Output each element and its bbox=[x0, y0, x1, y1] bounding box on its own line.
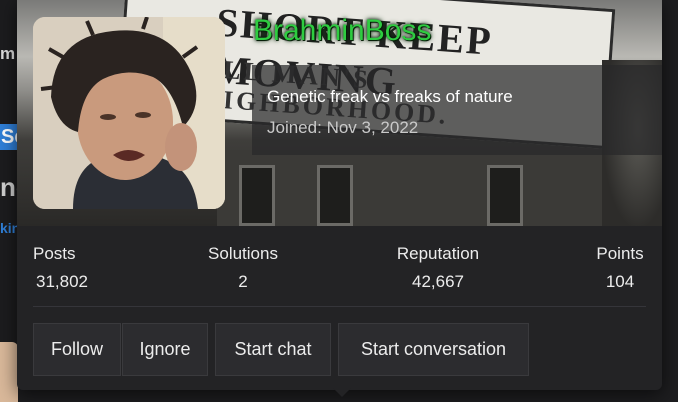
banner-window bbox=[317, 165, 353, 226]
avatar-image bbox=[33, 17, 225, 209]
member-hovercard: SHORT KEEP MOVING TALL MAN'S NEIGHBORHOO… bbox=[17, 0, 662, 390]
username[interactable]: BrahminBoss bbox=[253, 14, 431, 48]
ignore-button[interactable]: Ignore bbox=[122, 323, 208, 376]
stat-label: Posts bbox=[33, 244, 76, 263]
user-title-panel bbox=[252, 65, 662, 155]
banner-building bbox=[217, 150, 662, 226]
joined-date: Nov 3, 2022 bbox=[326, 118, 419, 137]
stat-reputation: Reputation 42,667 bbox=[383, 244, 493, 292]
banner-window bbox=[239, 165, 275, 226]
stat-value[interactable]: 2 bbox=[193, 272, 293, 292]
user-title: Genetic freak vs freaks of nature bbox=[267, 87, 513, 106]
follow-button[interactable]: Follow bbox=[33, 323, 121, 376]
joined-info: Joined: Nov 3, 2022 bbox=[267, 118, 418, 138]
stat-label: Reputation bbox=[396, 244, 480, 263]
stat-label: Points bbox=[596, 244, 644, 263]
start-conversation-button[interactable]: Start conversation bbox=[338, 323, 529, 376]
background-button-fragment[interactable]: Se bbox=[0, 124, 25, 150]
stat-label: Solutions bbox=[208, 244, 278, 263]
stat-points: Points 104 bbox=[587, 244, 653, 292]
stat-value[interactable]: 104 bbox=[587, 272, 653, 292]
background-avatar-fragment[interactable] bbox=[0, 342, 18, 402]
avatar[interactable] bbox=[33, 17, 225, 209]
background-text-fragment: m bbox=[0, 44, 16, 63]
joined-label: Joined: bbox=[267, 118, 322, 137]
stat-solutions: Solutions 2 bbox=[193, 244, 293, 292]
stat-value[interactable]: 31,802 bbox=[33, 272, 91, 292]
member-stats: Posts 31,802 Solutions 2 Reputation 42,6… bbox=[17, 244, 662, 294]
divider bbox=[33, 306, 646, 307]
stat-value[interactable]: 42,667 bbox=[383, 272, 493, 292]
banner-window bbox=[487, 165, 523, 226]
start-chat-button[interactable]: Start chat bbox=[215, 323, 331, 376]
hovercard-pointer bbox=[333, 388, 351, 397]
stat-posts: Posts 31,802 bbox=[33, 244, 91, 292]
